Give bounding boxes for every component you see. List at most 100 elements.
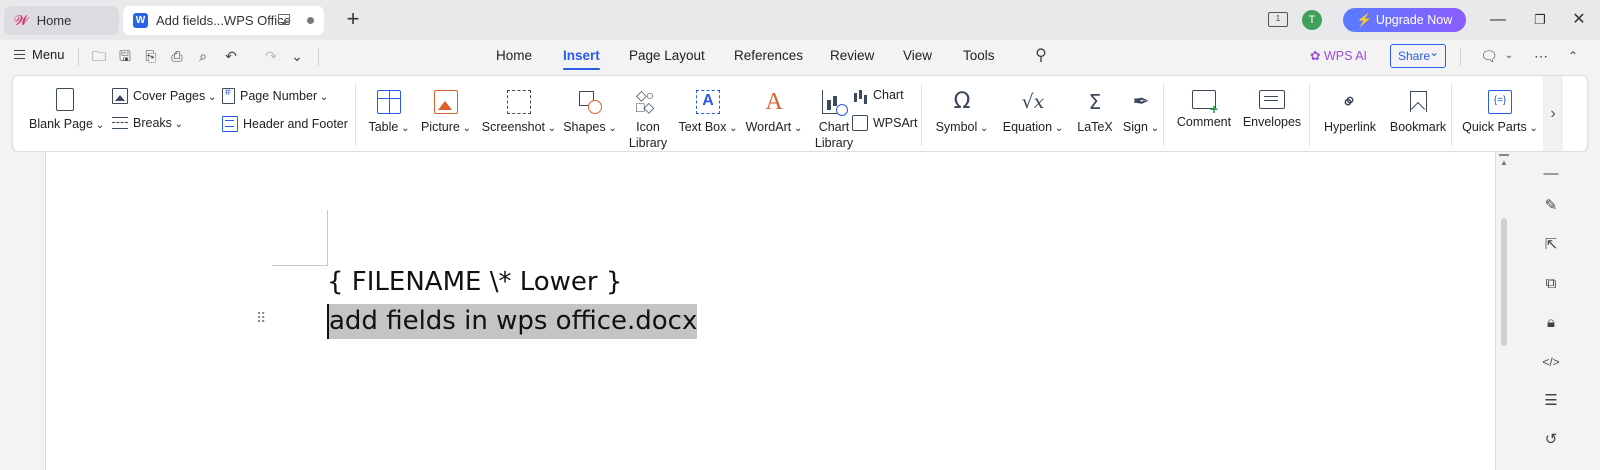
tab-insert[interactable]: Insert [563, 48, 600, 70]
page-number-button[interactable]: Page Number [222, 87, 328, 104]
code-icon[interactable]: </> [1541, 352, 1561, 372]
more-options-icon[interactable]: ⋯ [1532, 47, 1550, 65]
shapes-button[interactable]: Shapes [561, 90, 619, 137]
symbol-button[interactable]: Ω Symbol [933, 90, 991, 137]
select-cursor-icon[interactable]: ⇱ [1541, 235, 1561, 255]
envelopes-button[interactable]: Envelopes [1239, 90, 1305, 130]
chart-button[interactable]: Chart [852, 87, 904, 103]
collapse-panel-icon[interactable]: — [1541, 164, 1561, 184]
margin-corner-marker [272, 210, 328, 266]
comment-label: Comment [1176, 115, 1232, 129]
hyperlink-button[interactable]: ⚭ Hyperlink [1317, 88, 1383, 135]
bookmark-button[interactable]: Bookmark [1385, 90, 1451, 135]
page-indicator-icon[interactable]: 1 [1268, 12, 1288, 27]
unsaved-dot-icon[interactable] [307, 17, 314, 24]
pencil-icon[interactable]: ✎ [1541, 196, 1561, 216]
print-preview-icon[interactable]: ⌕ [194, 47, 212, 65]
tab-view[interactable]: View [903, 48, 932, 63]
latex-button[interactable]: Σ LaTeX [1073, 90, 1117, 135]
screenshot-label: Screenshot [482, 120, 556, 134]
blank-page-button[interactable]: Blank Page [29, 88, 104, 134]
sign-button[interactable]: ✒ Sign [1119, 90, 1163, 137]
copy-icon[interactable]: ⧉ [1541, 274, 1561, 294]
header-footer-button[interactable]: Header and Footer [222, 116, 348, 132]
close-window-button[interactable]: ✕ [1569, 10, 1589, 30]
sigma-icon: Σ [1088, 90, 1102, 114]
tab-review[interactable]: Review [830, 48, 874, 63]
divider [355, 84, 356, 146]
ribbon-scroll-right-icon[interactable]: › [1543, 76, 1563, 151]
tab-home[interactable]: 𝓦 Home [4, 6, 119, 35]
minimize-button[interactable]: — [1488, 10, 1508, 30]
upgrade-label: Upgrade Now [1375, 13, 1453, 27]
comment-button[interactable]: Comment [1173, 90, 1235, 130]
text-box-button[interactable]: A Text Box [675, 90, 741, 137]
scroll-up-icon[interactable]: ▲ [1500, 158, 1508, 167]
quick-parts-button[interactable]: {=} Quick Parts [1459, 90, 1541, 137]
wpsart-button[interactable]: WPSArt [852, 115, 917, 131]
table-button[interactable]: Table [365, 90, 413, 137]
quick-parts-label: Quick Parts [1462, 120, 1538, 134]
scroll-thumb[interactable] [1501, 218, 1507, 346]
export-pdf-icon[interactable]: ⎘ [142, 47, 160, 65]
tab-tools[interactable]: Tools [963, 48, 995, 63]
collapse-ribbon-icon[interactable]: ⌃ [1564, 47, 1582, 65]
drag-handle-icon[interactable]: ⠿ [256, 311, 266, 325]
field-code-text[interactable]: { FILENAME \* Lower } [327, 267, 622, 297]
open-folder-icon[interactable]: 🗀 [90, 47, 108, 65]
save-icon[interactable]: 🖫 [116, 47, 134, 65]
bookmark-label: Bookmark [1389, 120, 1447, 134]
print-icon[interactable]: ⎙ [168, 47, 186, 65]
field-result-text[interactable]: add fields in wps office.docx [327, 304, 698, 339]
undo-icon[interactable]: ↶ [222, 47, 240, 65]
picture-button[interactable]: Picture [417, 90, 475, 137]
document-page[interactable]: ⠿ { FILENAME \* Lower } add fields in wp… [45, 152, 1496, 470]
divider [1451, 84, 1452, 146]
hamburger-icon [14, 50, 25, 59]
menu-button[interactable]: Menu [14, 47, 65, 62]
monitor-icon[interactable] [278, 14, 290, 25]
share-button[interactable]: Share [1390, 41, 1446, 68]
breaks-button[interactable]: Breaks [112, 116, 183, 130]
text-box-icon: A [696, 90, 720, 114]
vertical-scrollbar[interactable]: ▲ [1496, 152, 1513, 470]
divider [78, 48, 79, 66]
screenshot-icon [507, 90, 531, 114]
symbol-label: Symbol [936, 120, 989, 134]
avatar[interactable]: T [1302, 10, 1322, 30]
table-label: Table [368, 120, 409, 134]
split-handle-icon[interactable] [1499, 154, 1509, 156]
wordart-icon: A [765, 89, 783, 115]
lock-icon[interactable]: 🔒︎ [1541, 313, 1561, 333]
screenshot-button[interactable]: Screenshot [479, 90, 559, 137]
chart-library-icon [822, 90, 848, 116]
divider [1460, 48, 1461, 66]
omega-icon: Ω [953, 89, 971, 114]
wordart-button[interactable]: A WordArt [743, 90, 805, 137]
writer-doc-icon: W [133, 13, 148, 28]
search-icon[interactable]: ⚲ [1032, 47, 1050, 65]
comment-panel-icon[interactable]: 🗨 [1480, 47, 1498, 65]
divider [921, 84, 922, 146]
tab-home-ribbon[interactable]: Home [496, 48, 532, 63]
upgrade-now-button[interactable]: ⚡ Upgrade Now [1343, 8, 1466, 32]
restore-button[interactable]: ❐ [1530, 10, 1550, 30]
history-icon[interactable]: ↺ [1541, 430, 1561, 450]
cover-pages-button[interactable]: Cover Pages [112, 88, 216, 104]
icon-library-button[interactable]: Icon Library [623, 87, 673, 151]
more-chevron-icon[interactable]: ⌄ [288, 47, 306, 65]
tab-references[interactable]: References [734, 48, 803, 63]
chevron-down-icon[interactable]: ⌄ [1500, 47, 1518, 65]
equation-button[interactable]: √x Equation [997, 90, 1069, 137]
wps-ai-button[interactable]: ✿ WPS AI [1310, 48, 1367, 63]
quick-parts-icon: {=} [1488, 90, 1512, 114]
tab-document[interactable]: W Add fields...WPS Office [123, 6, 324, 35]
sliders-icon[interactable]: ☰ [1541, 391, 1561, 411]
breaks-icon [112, 117, 128, 129]
link-icon: ⚭ [1336, 88, 1364, 116]
pen-nib-icon: ✒ [1132, 91, 1150, 113]
sign-label: Sign [1123, 120, 1159, 134]
tab-page-layout[interactable]: Page Layout [629, 48, 705, 63]
redo-icon[interactable]: ↷ [262, 47, 280, 65]
new-tab-button[interactable]: + [340, 7, 366, 33]
